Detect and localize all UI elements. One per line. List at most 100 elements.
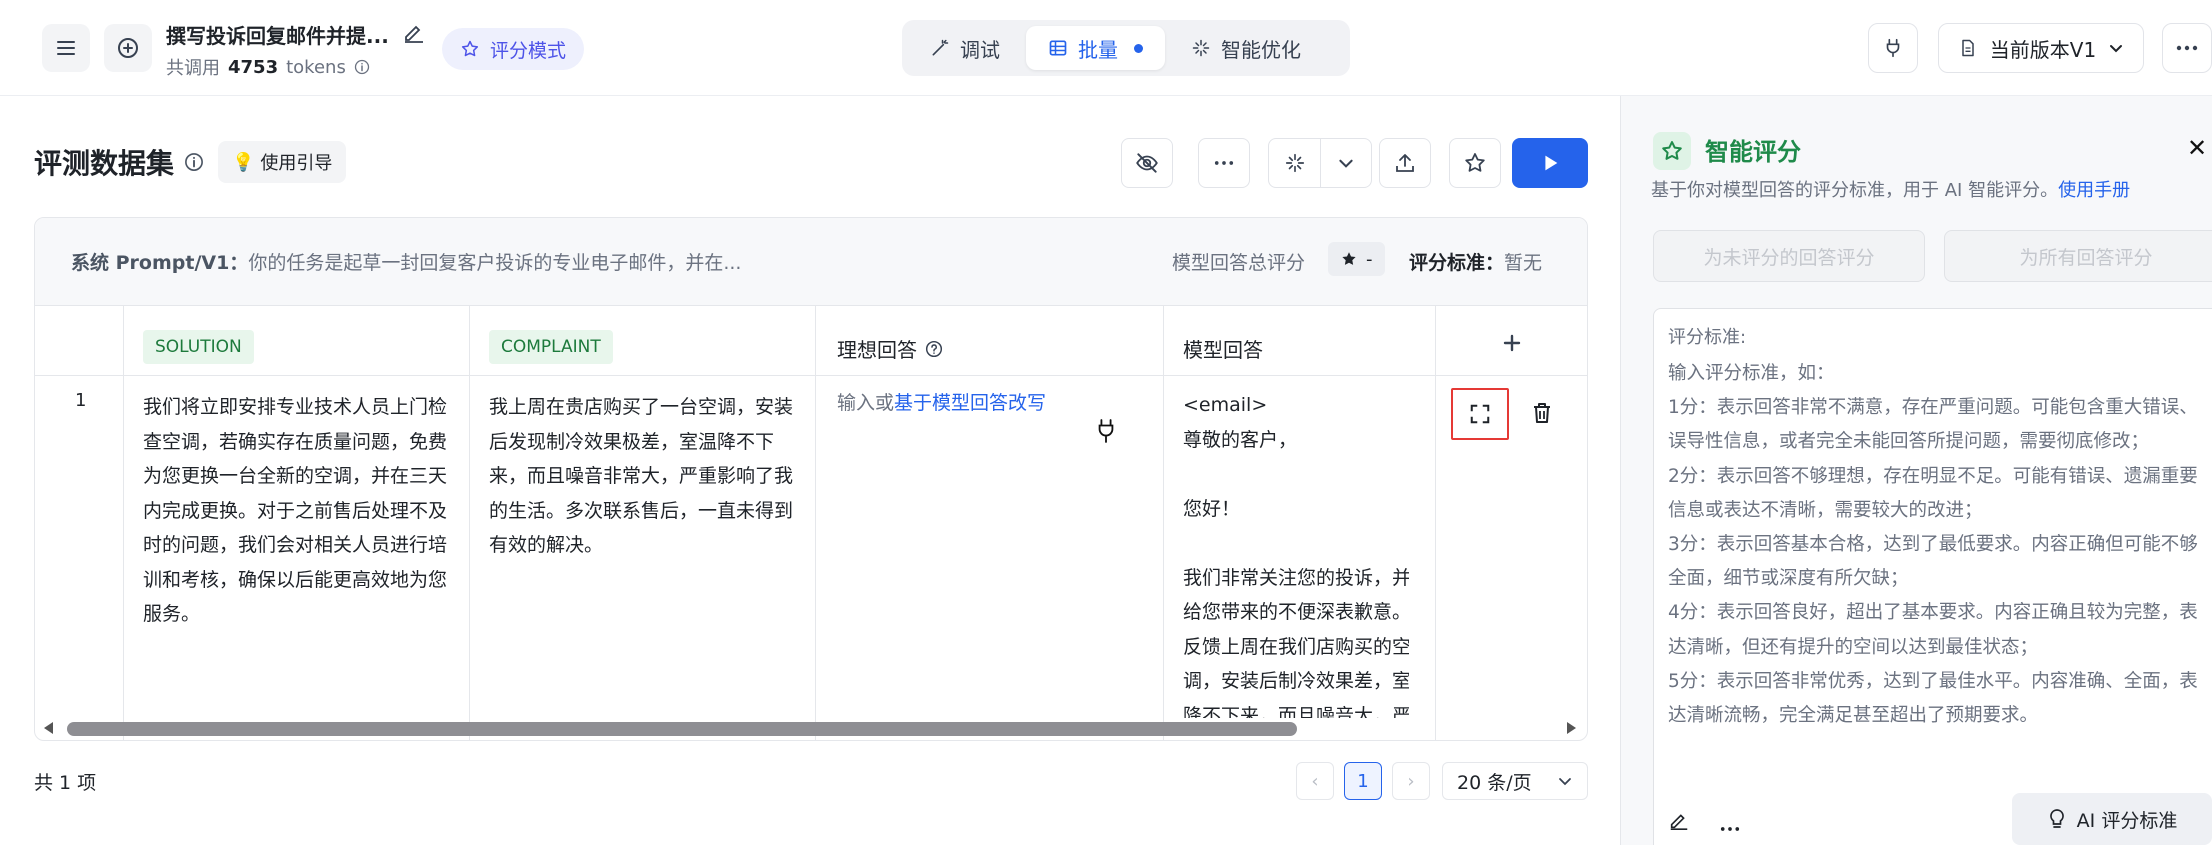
usage-guide-button[interactable]: 💡 使用引导 (218, 141, 347, 183)
hide-button[interactable] (1121, 138, 1173, 188)
ai-generate-split-button[interactable] (1268, 138, 1372, 188)
manual-link[interactable]: 使用手册 (2058, 180, 2130, 201)
more-horizontal-icon (2176, 45, 2198, 51)
scroll-left-arrow-icon[interactable] (41, 720, 55, 736)
table-header (35, 306, 1587, 376)
score-all-button[interactable]: 为所有回答评分 (1944, 230, 2212, 282)
chevron-down-icon (1339, 159, 1353, 168)
horizontal-scrollbar[interactable] (35, 712, 1587, 740)
prev-page-button[interactable]: ‹ (1296, 762, 1334, 800)
tab-optimize[interactable]: 智能优化 (1169, 26, 1323, 70)
system-prompt-label: 系统 Prompt/V1： (71, 252, 249, 274)
scoring-standard-textarea[interactable]: 评分标准: 输入评分标准，如： 1分：表示回答非常不满意，存在严重问题。可能包含… (1653, 308, 2212, 845)
star-outline-icon (1465, 153, 1485, 172)
menu-button[interactable] (42, 24, 90, 72)
plus-icon (1503, 334, 1521, 352)
prompt-title: 撰写投诉回复邮件并提... (166, 24, 389, 48)
model-line (1183, 526, 1409, 561)
more-button[interactable] (2162, 23, 2212, 73)
cell-ideal[interactable]: 输入或基于模型回答改写 (837, 388, 1046, 415)
info-icon[interactable] (184, 152, 204, 172)
cell-solution[interactable]: 我们将立即安排专业技术人员上门检查空调，若确实存在质量问题，免费为您更换一台全新… (143, 390, 449, 632)
more-horizontal-icon (1214, 161, 1234, 165)
ai-scoring-standard-label: AI 评分标准 (2076, 809, 2178, 832)
expand-row-button[interactable] (1451, 388, 1509, 440)
version-select[interactable]: 当前版本V1 (1938, 23, 2144, 73)
cursor-icon (1095, 418, 1117, 448)
ai-generate-dropdown[interactable] (1321, 139, 1371, 187)
column-header-ideal[interactable]: 理想回答 (837, 334, 943, 363)
trash-icon (1534, 403, 1550, 423)
close-icon[interactable]: ✕ (2187, 134, 2207, 162)
score-mode-badge[interactable]: 评分模式 (442, 28, 585, 70)
more-options-button[interactable] (1720, 817, 1740, 836)
ai-scoring-standard-button[interactable]: AI 评分标准 (2012, 793, 2212, 845)
more-horizontal-icon (1720, 827, 1740, 831)
scoring-standard-value: 暂无 (1504, 252, 1543, 274)
chevron-down-icon (2110, 45, 2123, 53)
scroll-right-arrow-icon[interactable] (1565, 720, 1579, 736)
column-divider (1163, 306, 1164, 740)
column-header-ideal-label: 理想回答 (837, 338, 917, 362)
fullscreen-icon (1470, 404, 1490, 424)
column-header-model[interactable]: 模型回答 (1183, 334, 1263, 363)
cell-complaint[interactable]: 我上周在贵店购买了一台空调，安装后发现制冷效果极差，室温降不下来，而且噪音非常大… (489, 390, 795, 563)
smart-scoring-panel: 智能评分 ✕ 基于你对模型回答的评分标准，用于 AI 智能评分。使用手册 为未评… (1620, 96, 2212, 845)
tab-debug[interactable]: 调试 (908, 26, 1022, 70)
column-divider (123, 306, 124, 740)
dataset-title-text: 评测数据集 (34, 147, 175, 180)
total-items: 共 1 项 (34, 772, 97, 794)
document-icon (1962, 39, 1974, 57)
tools-button[interactable] (1868, 23, 1918, 73)
star-button[interactable] (1449, 138, 1501, 188)
next-page-button[interactable]: › (1392, 762, 1430, 800)
wand-icon (932, 39, 949, 56)
token-usage: 共调用 4753 tokens (166, 54, 370, 80)
ai-generate-button[interactable] (1269, 139, 1321, 187)
model-line: 您好！ (1183, 497, 1241, 520)
add-column-button[interactable] (1501, 332, 1523, 358)
total-score-value: - (1366, 248, 1373, 270)
column-divider (469, 306, 470, 740)
pencil-icon (405, 25, 423, 43)
eye-off-icon (1136, 153, 1158, 173)
model-line: 尊敬的客户， (1183, 428, 1298, 451)
active-dot (1134, 43, 1143, 53)
system-prompt[interactable]: 系统 Prompt/V1：你的任务是起草一封回复客户投诉的专业电子邮件，并在..… (71, 248, 741, 275)
top-header: 撰写投诉回复邮件并提... 共调用 4753 tokens 评分模式 调试 批量… (0, 0, 2212, 96)
menu-icon (57, 41, 75, 55)
upload-button[interactable] (1379, 138, 1431, 188)
cell-model-answer[interactable]: <email> 尊敬的客户， 您好！ 我们非常关注您的投诉，并对 给您带来的不便… (1183, 388, 1409, 718)
usage-prefix: 共调用 (166, 58, 220, 79)
sparkle-icon (1285, 153, 1304, 173)
delete-row-button[interactable] (1527, 398, 1557, 428)
model-line: 我们非常关注您的投诉，并对 (1183, 566, 1409, 589)
edit-standard-button[interactable] (1668, 809, 1690, 835)
column-header-solution[interactable]: SOLUTION (143, 330, 254, 364)
panel-description-text: 基于你对模型回答的评分标准，用于 AI 智能评分。 (1651, 180, 2059, 201)
ideal-prefix: 输入或 (837, 392, 895, 414)
system-prompt-bar: 系统 Prompt/V1：你的任务是起草一封回复客户投诉的专业电子邮件，并在..… (35, 218, 1587, 306)
help-icon[interactable] (925, 340, 943, 358)
column-divider (815, 306, 816, 740)
column-header-complaint[interactable]: COMPLAINT (489, 330, 613, 364)
run-button[interactable] (1512, 138, 1588, 188)
info-icon[interactable] (354, 59, 370, 75)
add-button[interactable] (104, 24, 152, 72)
usage-unit: tokens (286, 56, 346, 78)
page-size-select[interactable]: 20 条/页 (1442, 762, 1588, 800)
upload-icon (1396, 154, 1414, 172)
tab-batch-label: 批量 (1078, 37, 1118, 62)
tab-batch[interactable]: 批量 (1026, 26, 1165, 70)
version-label: 当前版本V1 (1989, 37, 2097, 62)
textarea-label: 评分标准: (1668, 327, 1747, 348)
column-divider (1435, 306, 1436, 740)
rewrite-from-model-link[interactable]: 基于模型回答改写 (894, 392, 1046, 414)
page-1-button[interactable]: 1 (1344, 762, 1382, 800)
more-actions-button[interactable] (1198, 138, 1250, 188)
textarea-footer: AI 评分标准 (1654, 779, 2212, 845)
scrollbar-thumb[interactable] (67, 722, 1297, 736)
edit-title-button[interactable] (402, 20, 426, 44)
score-unscored-button[interactable]: 为未评分的回答评分 (1653, 230, 1925, 282)
sparkle-icon (1192, 39, 1210, 57)
